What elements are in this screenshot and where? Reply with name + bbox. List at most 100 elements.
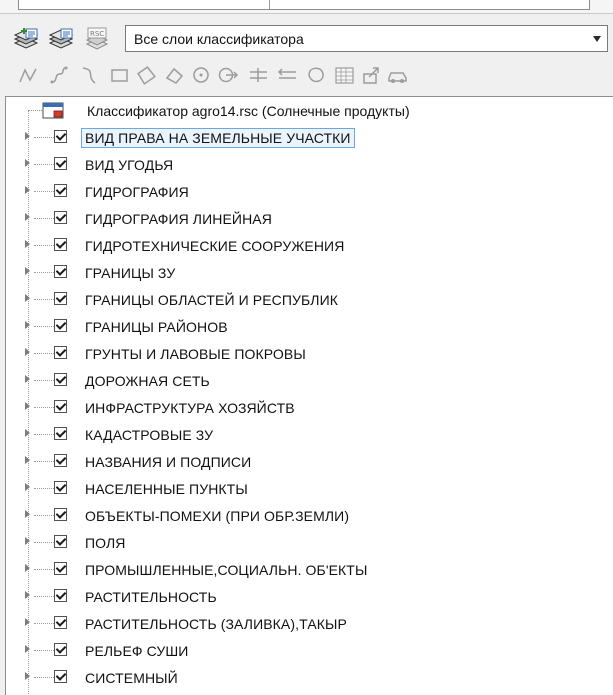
expand-arrow-icon[interactable] [25, 294, 30, 302]
layer-checkbox[interactable] [54, 670, 67, 683]
layer-item[interactable]: РАСТИТЕЛЬНОСТЬ (ЗАЛИВКА),ТАКЫР [6, 610, 606, 637]
layer-checkbox[interactable] [54, 643, 67, 656]
layer-item[interactable]: ВИД УГОДЬЯ [6, 151, 606, 178]
layer-item[interactable]: ГИДРОГРАФИЯ ЛИНЕЙНАЯ [6, 205, 606, 232]
layer-checkbox[interactable] [54, 211, 67, 224]
circle-icon[interactable] [190, 64, 213, 87]
tree-connector [34, 218, 54, 219]
layer-item[interactable]: РАСТИТЕЛЬНОСТЬ [6, 583, 606, 610]
chevron-down-icon[interactable] [593, 36, 601, 42]
polygon-icon[interactable] [163, 64, 186, 87]
expand-arrow-icon[interactable] [25, 375, 30, 383]
expand-arrow-icon[interactable] [25, 267, 30, 275]
expand-arrow-icon[interactable] [25, 672, 30, 680]
layer-item[interactable]: ВИД ПРАВА НА ЗЕМЕЛЬНЫЕ УЧАСТКИ [6, 124, 606, 151]
layer-item[interactable]: ГИДРОГРАФИЯ [6, 178, 606, 205]
layer-checkbox[interactable] [54, 454, 67, 467]
layer-item[interactable]: ИНФРАСТРУКТУРА ХОЗЯЙСТВ [6, 394, 606, 421]
circle-arrow-icon[interactable] [216, 64, 239, 87]
tree-connector [34, 677, 54, 678]
layer-checkbox[interactable] [54, 427, 67, 440]
curve-icon[interactable] [78, 64, 101, 87]
layer-item[interactable]: СИСТЕМНЫЙ [6, 664, 606, 691]
expand-arrow-icon[interactable] [25, 132, 30, 140]
layer-checkbox[interactable] [54, 616, 67, 629]
classifier-layer-select[interactable]: Все слои классификатора [125, 25, 608, 52]
export-object-icon[interactable] [360, 64, 383, 87]
layer-item[interactable]: ГИДРОТЕХНИЧЕСКИЕ СООРУЖЕНИЯ [6, 232, 606, 259]
layer-label: РЕЛЬЕФ СУШИ [85, 643, 189, 659]
parallel-lines-icon[interactable] [247, 64, 270, 87]
layer-item[interactable]: КАДАСТРОВЫЕ ЗУ [6, 421, 606, 448]
vehicle-icon[interactable] [386, 64, 409, 87]
layer-checkbox[interactable] [54, 184, 67, 197]
expand-arrow-icon[interactable] [25, 402, 30, 410]
classifier-tree-view[interactable]: Классификатор agro14.rsc (Солнечные прод… [5, 96, 613, 695]
layer-stack-add-icon[interactable] [12, 26, 40, 54]
layer-item[interactable]: РЕЛЬЕФ СУШИ [6, 637, 606, 664]
tree-connector [34, 380, 54, 381]
layer-checkbox[interactable] [54, 481, 67, 494]
layer-checkbox[interactable] [54, 400, 67, 413]
layer-checkbox[interactable] [54, 130, 67, 143]
grid-table-icon[interactable] [333, 64, 356, 87]
freeform-shape-icon[interactable] [305, 64, 328, 87]
rsc-file-icon[interactable]: RSC [83, 26, 111, 54]
expand-arrow-icon[interactable] [25, 483, 30, 491]
expand-arrow-icon[interactable] [25, 591, 30, 599]
layer-item[interactable]: ГРАНИЦЫ ЗУ [6, 259, 606, 286]
layer-item[interactable]: ПРОМЫШЛЕННЫЕ,СОЦИАЛЬН. ОБ'ЕКТЫ [6, 556, 606, 583]
expand-arrow-icon[interactable] [25, 645, 30, 653]
tree-connector [34, 488, 54, 489]
tree-connector [34, 515, 54, 516]
layer-checkbox[interactable] [54, 508, 67, 521]
cropped-input-field[interactable] [18, 0, 590, 10]
layer-item[interactable]: НАСЕЛЕННЫЕ ПУНКТЫ [6, 475, 606, 502]
layer-checkbox[interactable] [54, 157, 67, 170]
expand-arrow-icon[interactable] [25, 564, 30, 572]
expand-arrow-icon[interactable] [25, 186, 30, 194]
expand-arrow-icon[interactable] [25, 429, 30, 437]
layer-label: ПОЛЯ [85, 535, 126, 551]
expand-arrow-icon[interactable] [25, 240, 30, 248]
expand-arrow-icon[interactable] [25, 510, 30, 518]
classifier-layer-select-value: Все слои классификатора [134, 31, 304, 47]
layer-item[interactable]: НАЗВАНИЯ И ПОДПИСИ [6, 448, 606, 475]
layer-label: НАЗВАНИЯ И ПОДПИСИ [85, 454, 252, 470]
layer-item[interactable]: ПОЛЯ [6, 529, 606, 556]
expand-arrow-icon[interactable] [25, 537, 30, 545]
expand-arrow-icon[interactable] [25, 618, 30, 626]
polyline-icon[interactable] [17, 64, 40, 87]
layer-checkbox[interactable] [54, 265, 67, 278]
layer-checkbox[interactable] [54, 238, 67, 251]
layer-checkbox[interactable] [54, 373, 67, 386]
layer-checkbox[interactable] [54, 319, 67, 332]
expand-arrow-icon[interactable] [25, 159, 30, 167]
expand-arrow-icon[interactable] [25, 321, 30, 329]
expand-arrow-icon[interactable] [25, 456, 30, 464]
tree-connector [34, 569, 54, 570]
layer-item[interactable]: ГРАНИЦЫ ОБЛАСТЕЙ И РЕСПУБЛИК [6, 286, 606, 313]
tree-connector [34, 245, 54, 246]
parallel-lines-arrow-icon[interactable] [276, 64, 299, 87]
rectangle-icon[interactable] [108, 64, 131, 87]
layer-label: ГИДРОТЕХНИЧЕСКИЕ СООРУЖЕНИЯ [85, 238, 345, 254]
layer-checkbox[interactable] [54, 292, 67, 305]
layer-label: ГРАНИЦЫ ЗУ [85, 265, 176, 281]
layer-checkbox[interactable] [54, 562, 67, 575]
tree-root-label: Классификатор agro14.rsc (Солнечные прод… [87, 103, 410, 119]
expand-arrow-icon[interactable] [25, 213, 30, 221]
layer-item[interactable]: ДОРОЖНАЯ СЕТЬ [6, 367, 606, 394]
rhombus-icon[interactable] [135, 64, 158, 87]
tree-connector [34, 137, 54, 138]
spline-icon[interactable] [48, 64, 71, 87]
layer-stack-edit-icon[interactable] [47, 26, 75, 54]
layer-item[interactable]: ГРАНИЦЫ РАЙОНОВ [6, 313, 606, 340]
expand-arrow-icon[interactable] [25, 348, 30, 356]
layer-checkbox[interactable] [54, 535, 67, 548]
layer-checkbox[interactable] [54, 589, 67, 602]
layer-item[interactable]: ГРУНТЫ И ЛАВОВЫЕ ПОКРОВЫ [6, 340, 606, 367]
layer-item[interactable]: ОБЪЕКТЫ-ПОМЕХИ (ПРИ ОБР.ЗЕМЛИ) [6, 502, 606, 529]
layer-checkbox[interactable] [54, 346, 67, 359]
tree-root-node[interactable]: Классификатор agro14.rsc (Солнечные прод… [6, 97, 606, 124]
